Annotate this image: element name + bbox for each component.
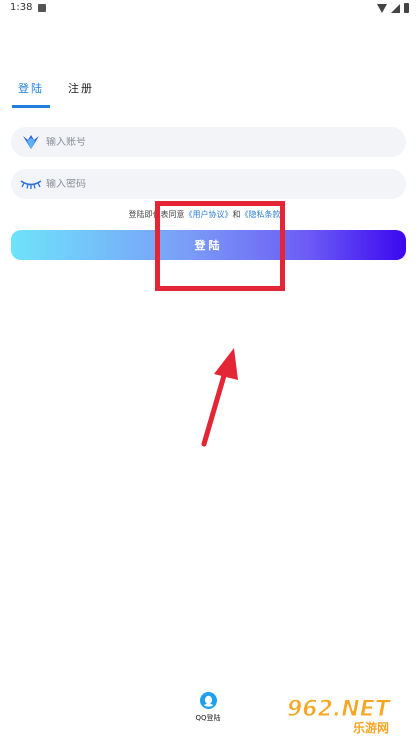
battery-icon xyxy=(404,3,409,13)
wifi-icon xyxy=(377,3,387,13)
closed-eye-icon xyxy=(19,176,43,192)
qq-login-label: QQ登陆 xyxy=(195,714,221,722)
svg-text:962.NET: 962.NET xyxy=(287,697,392,722)
annotation-arrow-icon xyxy=(201,348,238,447)
user-agreement-link[interactable]: 《用户协议》 xyxy=(185,210,233,219)
tab-login[interactable]: 登陆 xyxy=(12,80,50,108)
svg-text:乐游网: 乐游网 xyxy=(353,720,389,735)
signal-icon xyxy=(391,3,400,13)
account-icon xyxy=(19,134,43,150)
status-indicators xyxy=(377,2,409,14)
privacy-policy-link[interactable]: 《隐私条款》 xyxy=(241,210,289,219)
agreement-prefix: 登陆即代表同意 xyxy=(128,210,185,219)
qq-penguin-icon xyxy=(199,692,217,709)
password-field[interactable] xyxy=(11,169,406,199)
agreement-text: 登陆即代表同意《用户协议》和《隐私条款》 xyxy=(0,209,417,220)
qq-login-button[interactable]: QQ登陆 xyxy=(188,692,228,723)
notification-icon xyxy=(38,4,46,12)
status-time: 1:38 xyxy=(10,2,33,13)
tab-register[interactable]: 注册 xyxy=(62,80,100,108)
login-button[interactable]: 登陆 xyxy=(11,230,406,260)
status-bar: 1:38 xyxy=(0,0,417,18)
auth-tabs: 登陆 注册 xyxy=(12,80,100,108)
login-button-label: 登陆 xyxy=(194,239,223,252)
agreement-and: 和 xyxy=(232,210,241,219)
account-input[interactable] xyxy=(46,136,376,148)
watermark-logo: 962.NET 乐游网 xyxy=(287,697,393,736)
account-field[interactable] xyxy=(11,127,406,157)
password-input[interactable] xyxy=(46,178,376,190)
